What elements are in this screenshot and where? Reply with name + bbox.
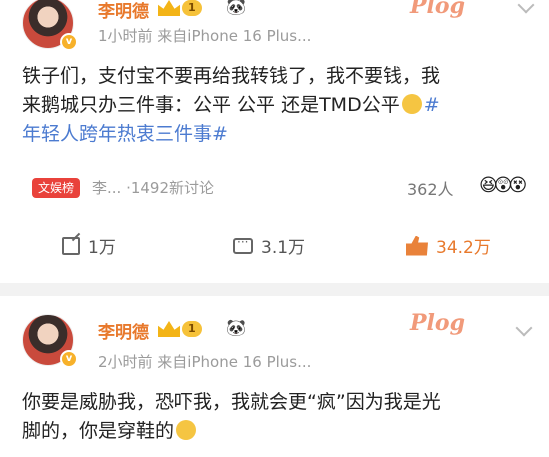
action-bar: 1万 3.1万 34.2万 xyxy=(0,233,549,265)
weibo-post-2: v 李明德 1 🐼 2小时前 来自iPhone 16 Plus... Plog … xyxy=(0,296,549,457)
post-divider xyxy=(0,283,549,296)
share-icon xyxy=(62,236,80,255)
post-text-line: 来鹅城只办三件事：公平 公平 还是TMD公平 # xyxy=(22,91,527,120)
post-text-span: 来鹅城只办三件事：公平 公平 还是TMD公平 xyxy=(22,94,400,116)
comment-count: 3.1万 xyxy=(261,238,306,258)
like-button[interactable]: 34.2万 xyxy=(406,233,491,258)
topic-badge[interactable]: 文娱榜 xyxy=(32,178,81,198)
reaction-emoji-icon: 😆😲😵 xyxy=(479,175,527,196)
chevron-down-icon[interactable] xyxy=(517,0,535,14)
share-count: 1万 xyxy=(88,238,116,258)
level-badge: 1 xyxy=(182,321,202,337)
thumbs-up-icon xyxy=(406,235,428,256)
post-text: 你要是威胁我，恐吓我，我就会更“疯”因为我是光 脚的，你是穿鞋的 xyxy=(22,388,527,446)
post-text: 铁子们，支付宝不要再给我转钱了，我不要钱，我 来鹅城只办三件事：公平 公平 还是… xyxy=(22,62,527,149)
chevron-down-icon[interactable] xyxy=(515,319,533,337)
crown-icon xyxy=(158,0,180,16)
post-text-line: 脚的，你是穿鞋的 xyxy=(22,417,527,446)
verified-badge-icon: v xyxy=(60,33,78,51)
emoji-icon xyxy=(176,420,197,440)
post-text-line: 铁子们，支付宝不要再给我转钱了，我不要钱，我 xyxy=(22,65,441,87)
share-button[interactable]: 1万 xyxy=(62,233,116,258)
panda-icon: 🐼 xyxy=(226,318,246,337)
username[interactable]: 李明德 xyxy=(98,0,149,22)
crown-icon xyxy=(158,321,180,337)
like-count: 34.2万 xyxy=(436,238,491,258)
emoji-icon xyxy=(401,94,422,114)
topic-text[interactable]: 李... ·1492新讨论 xyxy=(92,177,214,198)
hashtag-link[interactable]: 年轻人跨年热衷三件事# xyxy=(22,120,527,149)
username[interactable]: 李明德 xyxy=(98,318,149,343)
post-text-line: 你要是威胁我，恐吓我，我就会更“疯”因为我是光 xyxy=(22,391,441,413)
plog-sticker: Plog xyxy=(410,310,465,336)
topic-row[interactable]: 文娱榜 李... ·1492新讨论 362人 😆😲😵 xyxy=(22,175,527,203)
comment-icon xyxy=(233,235,253,254)
comment-button[interactable]: 3.1万 xyxy=(233,233,305,258)
verified-badge-icon: v xyxy=(60,350,78,368)
post-meta: 2小时前 来自iPhone 16 Plus... xyxy=(98,353,312,371)
hashtag-start[interactable]: # xyxy=(424,94,440,116)
reader-count: 362人 xyxy=(407,180,454,199)
level-badge: 1 xyxy=(182,0,202,16)
weibo-post-1: v 李明德 1 🐼 1小时前 来自iPhone 16 Plus... Plog … xyxy=(0,0,549,283)
post-meta: 1小时前 来自iPhone 16 Plus... xyxy=(98,27,312,45)
post-text-span: 脚的，你是穿鞋的 xyxy=(22,420,175,442)
plog-sticker: Plog xyxy=(410,0,465,19)
panda-icon: 🐼 xyxy=(226,0,246,16)
